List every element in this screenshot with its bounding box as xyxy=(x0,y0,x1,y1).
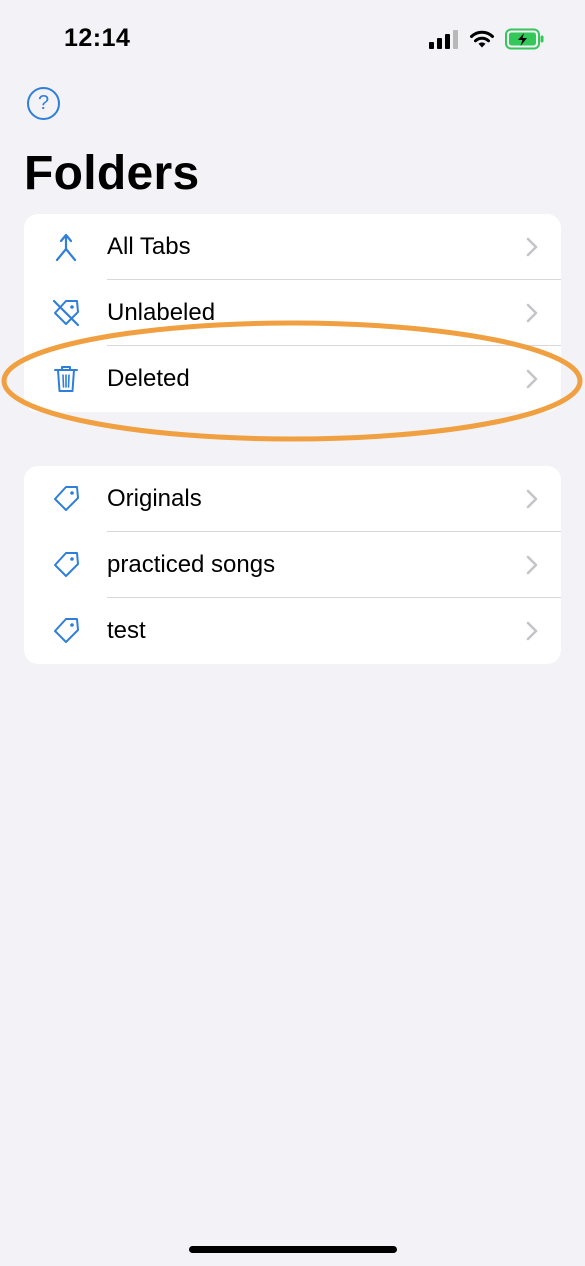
chevron-right-icon xyxy=(526,555,538,575)
folder-row-practiced-songs[interactable]: practiced songs xyxy=(24,532,561,598)
folder-label: Originals xyxy=(107,485,202,512)
chevron-right-icon xyxy=(526,489,538,509)
chevron-right-icon xyxy=(526,303,538,323)
label-folders-group: Originals practiced songs test xyxy=(24,466,561,664)
folder-row-unlabeled[interactable]: Unlabeled xyxy=(24,280,561,346)
folder-label: Deleted xyxy=(107,365,190,392)
folder-row-all-tabs[interactable]: All Tabs xyxy=(24,214,561,280)
chevron-right-icon xyxy=(526,237,538,257)
chevron-right-icon xyxy=(526,621,538,641)
tag-icon xyxy=(50,549,82,581)
question-mark-icon: ? xyxy=(37,92,50,114)
battery-charging-icon xyxy=(505,28,544,50)
wifi-icon xyxy=(470,30,494,48)
cellular-signal-icon xyxy=(429,30,458,49)
folder-label: Unlabeled xyxy=(107,299,216,326)
folder-row-originals[interactable]: Originals xyxy=(24,466,561,532)
folder-label: All Tabs xyxy=(107,233,191,260)
tag-icon xyxy=(50,615,82,647)
chevron-right-icon xyxy=(526,369,538,389)
tag-slash-icon xyxy=(50,297,82,329)
merge-arrow-icon xyxy=(50,231,82,263)
folder-label: practiced songs xyxy=(107,551,276,578)
help-button[interactable]: ? xyxy=(27,87,60,120)
page-title: Folders xyxy=(24,147,200,200)
tag-icon xyxy=(50,483,82,515)
status-icons xyxy=(429,28,545,50)
screen: 12:14 ? Folders All Tabs Unlabeled Delet… xyxy=(0,0,585,1266)
folder-row-deleted[interactable]: Deleted xyxy=(24,346,561,412)
folder-row-test[interactable]: test xyxy=(24,598,561,664)
home-indicator[interactable] xyxy=(189,1246,397,1253)
status-time: 12:14 xyxy=(64,24,131,52)
folder-label: test xyxy=(107,617,146,644)
system-folders-group: All Tabs Unlabeled Deleted xyxy=(24,214,561,412)
trash-icon xyxy=(50,363,82,395)
